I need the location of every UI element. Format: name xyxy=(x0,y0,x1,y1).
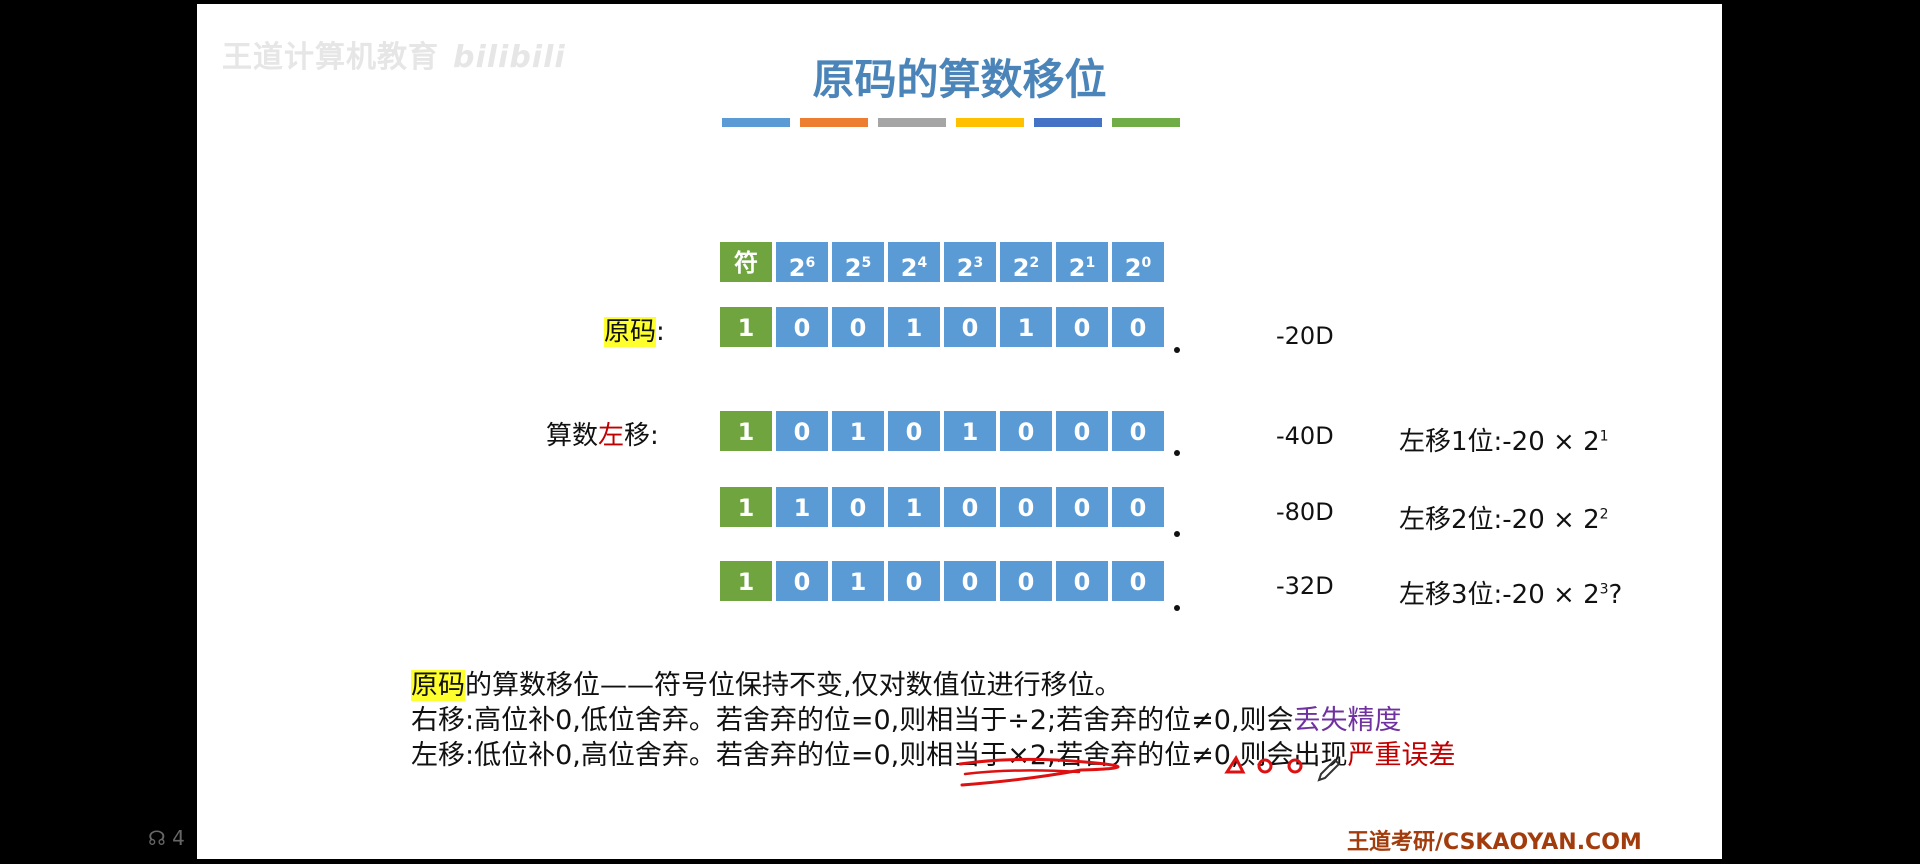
bit-cell: 0 xyxy=(1111,560,1165,602)
bit-cell: 1 xyxy=(943,410,997,452)
weight-cell: 24 xyxy=(887,241,941,283)
bit-cell: 0 xyxy=(887,560,941,602)
row-label-shift-left: 算数左移: xyxy=(546,421,659,451)
bit-cell: 0 xyxy=(999,486,1053,528)
bit-cell: 0 xyxy=(775,306,829,348)
bit-cell: 0 xyxy=(831,306,885,348)
decimal-point-dot xyxy=(1174,450,1180,456)
rule-line-right-shift: 右移:高位补0,低位舍弃。若舍弃的位=0,则相当于÷2;若舍弃的位≠0,则会丢失… xyxy=(411,705,1402,736)
bit-cell: 1 xyxy=(719,486,773,528)
shift-note: 左移3位:-20 × 23? xyxy=(1399,580,1623,610)
slide: 王道计算机教育 bilibili 原码的算数移位 符 26 25 24 23 22… xyxy=(197,4,1722,859)
bit-cell: 1 xyxy=(831,410,885,452)
weight-cell: 23 xyxy=(943,241,997,283)
bit-cell: 0 xyxy=(1111,306,1165,348)
footer-brand: 王道考研/CSKAOYAN.COM xyxy=(1347,830,1642,855)
accent-bar-5 xyxy=(1034,118,1102,127)
bit-cell: 1 xyxy=(999,306,1053,348)
weight-cell: 26 xyxy=(775,241,829,283)
decimal-value: -80D xyxy=(1276,498,1334,526)
decimal-value-error: -32D xyxy=(1276,572,1334,600)
slide-title: 原码的算数移位 xyxy=(812,55,1107,104)
bit-cell: 0 xyxy=(943,560,997,602)
accent-bar-3 xyxy=(878,118,946,127)
bit-cell: 1 xyxy=(831,560,885,602)
decimal-value: -40D xyxy=(1276,422,1334,450)
bit-cell: 1 xyxy=(719,560,773,602)
weight-cell: 22 xyxy=(999,241,1053,283)
bit-cell: 0 xyxy=(775,560,829,602)
decimal-point-dot xyxy=(1174,347,1180,353)
bit-cell: 0 xyxy=(1111,486,1165,528)
accent-bar-4 xyxy=(956,118,1024,127)
accent-bar-2 xyxy=(800,118,868,127)
bit-cell: 0 xyxy=(831,486,885,528)
shift-note: 左移1位:-20 × 21 xyxy=(1399,427,1609,457)
viewer-count: ☊ 4 xyxy=(148,826,185,850)
bit-cell: 1 xyxy=(887,306,941,348)
sign-header-cell: 符 xyxy=(719,241,773,283)
bit-cell: 0 xyxy=(1055,306,1109,348)
decimal-value: -20D xyxy=(1276,322,1334,350)
row-label-original: 原码: xyxy=(604,317,665,347)
bit-cell: 0 xyxy=(943,486,997,528)
bit-cell: 0 xyxy=(1111,410,1165,452)
bit-cell: 1 xyxy=(775,486,829,528)
bit-cell: 0 xyxy=(1055,486,1109,528)
bit-cell: 0 xyxy=(1055,560,1109,602)
bit-cell: 0 xyxy=(887,410,941,452)
bit-cell: 0 xyxy=(999,560,1053,602)
bit-cell: 0 xyxy=(999,410,1053,452)
weight-cell: 20 xyxy=(1111,241,1165,283)
rule-line-1: 原码的算数移位——符号位保持不变,仅对数值位进行移位。 xyxy=(411,670,1122,701)
bit-cell: 1 xyxy=(887,486,941,528)
weight-cell: 21 xyxy=(1055,241,1109,283)
decimal-point-dot xyxy=(1174,531,1180,537)
bit-cell: 1 xyxy=(719,410,773,452)
shift-note: 左移2位:-20 × 22 xyxy=(1399,505,1609,535)
bit-cell: 0 xyxy=(1055,410,1109,452)
decimal-point-dot xyxy=(1174,605,1180,611)
user-icon: ☊ xyxy=(148,826,166,850)
accent-bar-1 xyxy=(722,118,790,127)
weight-cell: 25 xyxy=(831,241,885,283)
accent-bar-6 xyxy=(1112,118,1180,127)
handwritten-underline xyxy=(958,754,1341,787)
bit-cell: 0 xyxy=(775,410,829,452)
bit-cell: 1 xyxy=(719,306,773,348)
bit-cell: 0 xyxy=(943,306,997,348)
